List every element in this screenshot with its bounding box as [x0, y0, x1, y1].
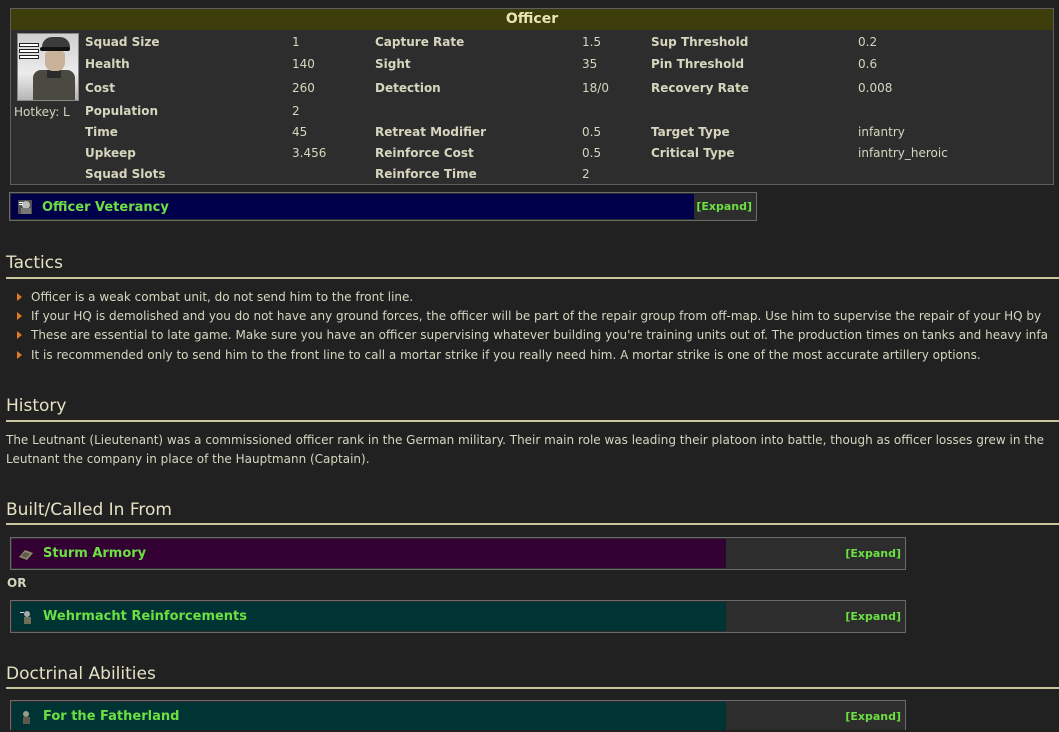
stat-label: Squad Slots [85, 167, 166, 181]
stat-value: 260 [292, 81, 315, 95]
source-name: Sturm Armory [43, 546, 147, 561]
reinforcements-soldier-icon [20, 611, 31, 624]
tactic-item: Officer is a weak combat unit, do not se… [31, 290, 414, 304]
rank-insignia-icon [19, 43, 39, 59]
or-separator: OR [7, 576, 27, 590]
veterancy-bar[interactable]: Officer Veterancy [Expand] [9, 192, 757, 221]
stat-label: Upkeep [85, 146, 136, 160]
stat-value: infantry [858, 125, 905, 139]
stat-value: 35 [582, 57, 598, 71]
stat-value: 140 [292, 57, 315, 71]
unit-title: Officer [11, 9, 1053, 30]
ability-bar-for-the-fatherland[interactable]: For the Fatherland [Expand] [10, 700, 906, 730]
tactic-item: It is recommended only to send him to th… [31, 348, 981, 362]
stat-value: 0.6 [858, 57, 878, 71]
source-name: Wehrmacht Reinforcements [43, 609, 248, 624]
section-divider [6, 277, 1059, 279]
history-text-line: The Leutnant (Lieutenant) was a commissi… [6, 433, 1044, 447]
stat-label: Capture Rate [375, 35, 465, 49]
ability-soldier-icon [23, 711, 30, 724]
stat-label: Cost [85, 81, 115, 95]
source-bar-sturm-armory[interactable]: Sturm Armory [Expand] [10, 537, 906, 570]
stat-label: Reinforce Cost [375, 146, 474, 160]
tactic-item: If your HQ is demolished and you do not … [31, 309, 1042, 323]
history-heading: History [6, 396, 67, 416]
stat-label: Critical Type [651, 146, 735, 160]
doctrinal-heading: Doctrinal Abilities [6, 664, 156, 684]
stat-label: Squad Size [85, 35, 160, 49]
hotkey-label: Hotkey: L [14, 105, 70, 119]
armory-building-icon [19, 550, 33, 560]
stat-label: Retreat Modifier [375, 125, 487, 139]
section-divider [6, 523, 1059, 525]
stat-label: Population [85, 104, 159, 118]
stat-value: 0.2 [858, 35, 878, 49]
tactics-heading: Tactics [6, 253, 63, 273]
stat-value: 45 [292, 125, 308, 139]
veterancy-name: Officer Veterancy [42, 200, 169, 215]
stat-label: Sup Threshold [651, 35, 749, 49]
ability-expand-link[interactable]: [Expand] [845, 701, 901, 732]
stat-label: Sight [375, 57, 411, 71]
source-bar-wehrmacht-reinforcements[interactable]: Wehrmacht Reinforcements [Expand] [10, 600, 906, 633]
tactic-item: These are essential to late game. Make s… [31, 328, 1048, 342]
stat-value: 0.008 [858, 81, 893, 95]
section-divider [6, 420, 1059, 422]
unit-portrait [17, 33, 79, 101]
history-text-line: Leutnant the company in place of the Hau… [6, 452, 370, 466]
stat-label: Detection [375, 81, 441, 95]
bullet-icon [17, 312, 22, 320]
source-expand-link[interactable]: [Expand] [845, 538, 901, 569]
unit-stats-panel: Officer Hotkey: L Squad Size 1 Health 14… [10, 8, 1054, 185]
stat-value: 0.5 [582, 146, 602, 160]
section-divider [6, 687, 1059, 689]
ability-name: For the Fatherland [43, 709, 180, 724]
stat-label: Target Type [651, 125, 730, 139]
stat-value: 3.456 [292, 146, 327, 160]
stat-value: 2 [292, 104, 300, 118]
stat-value: 1.5 [582, 35, 602, 49]
officer-head-icon [18, 200, 32, 214]
stat-value: 2 [582, 167, 590, 181]
bullet-icon [17, 351, 22, 359]
bullet-icon [17, 293, 22, 301]
stat-value: 1 [292, 35, 300, 49]
built-heading: Built/Called In From [6, 500, 172, 520]
stat-label: Pin Threshold [651, 57, 745, 71]
source-expand-link[interactable]: [Expand] [845, 601, 901, 632]
veterancy-expand-link[interactable]: [Expand] [696, 193, 752, 220]
bullet-icon [17, 331, 22, 339]
stat-label: Health [85, 57, 130, 71]
stat-value: infantry_heroic [858, 146, 948, 160]
stat-label: Reinforce Time [375, 167, 477, 181]
stat-label: Recovery Rate [651, 81, 749, 95]
stat-value: 18/0 [582, 81, 609, 95]
stat-label: Time [85, 125, 118, 139]
stat-value: 0.5 [582, 125, 602, 139]
